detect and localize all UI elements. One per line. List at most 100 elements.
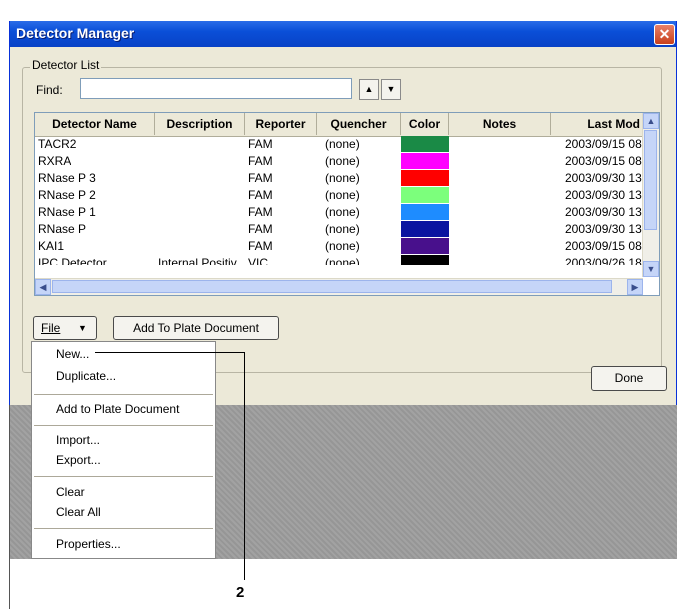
cell-name: IPC Detector (38, 256, 107, 265)
vertical-scroll-thumb[interactable] (644, 130, 657, 230)
cell-quencher: (none) (325, 222, 360, 236)
table-row[interactable]: RNase P 3 FAM (none) 2003/09/30 13: (35, 170, 645, 186)
scroll-up-button[interactable]: ▲ (643, 113, 659, 129)
cell-quencher: (none) (325, 137, 360, 151)
color-swatch (401, 238, 449, 254)
file-dropdown-menu: New... Duplicate... Add to Plate Documen… (31, 341, 216, 559)
cell-last-mod: 2003/09/30 13: (565, 222, 646, 236)
cell-description (158, 136, 244, 152)
color-swatch (401, 187, 449, 203)
menu-item-clear[interactable]: Clear (56, 485, 85, 499)
col-description[interactable]: Description (155, 113, 245, 135)
cell-last-mod: 2003/09/15 08: (565, 137, 646, 151)
table-row[interactable]: RXRA FAM (none) 2003/09/15 08: (35, 153, 645, 169)
find-label: Find: (36, 83, 63, 97)
up-arrow-icon: ▲ (364, 84, 374, 94)
cell-description (158, 170, 244, 186)
cell-description (158, 153, 244, 169)
cell-name: KAI1 (38, 239, 65, 253)
col-color[interactable]: Color (401, 113, 449, 135)
color-swatch (401, 170, 449, 186)
cell-reporter: FAM (248, 137, 273, 151)
file-button-label: File (41, 321, 61, 335)
col-detector-name[interactable]: Detector Name (35, 113, 155, 135)
cell-reporter: FAM (248, 188, 273, 202)
table-row[interactable]: IPC Detector Internal Positiv VIC (none)… (35, 255, 645, 265)
menu-separator (34, 476, 213, 477)
file-menu-button[interactable]: File ▼ (33, 316, 97, 340)
scroll-down-button[interactable]: ▼ (643, 261, 659, 277)
callout-line (95, 352, 245, 353)
color-swatch (401, 136, 449, 152)
color-swatch (401, 204, 449, 220)
done-button[interactable]: Done (591, 366, 667, 391)
cell-description (158, 238, 244, 254)
color-swatch (401, 153, 449, 169)
cell-last-mod: 2003/09/30 13: (565, 171, 646, 185)
menu-item-properties[interactable]: Properties... (56, 537, 121, 551)
cell-description (158, 187, 244, 203)
cell-reporter: FAM (248, 239, 273, 253)
cell-quencher: (none) (325, 256, 360, 265)
add-to-plate-document-button[interactable]: Add To Plate Document (113, 316, 279, 340)
cell-description (158, 204, 244, 220)
find-previous-button[interactable]: ▲ (359, 79, 379, 100)
menu-item-duplicate[interactable]: Duplicate... (56, 369, 116, 383)
find-input[interactable] (80, 78, 352, 99)
cell-reporter: FAM (248, 154, 273, 168)
cell-quencher: (none) (325, 188, 360, 202)
menu-item-import[interactable]: Import... (56, 433, 100, 447)
close-button[interactable]: ✕ (654, 24, 675, 45)
table-row[interactable]: RNase P 1 FAM (none) 2003/09/30 13: (35, 204, 645, 220)
cell-quencher: (none) (325, 154, 360, 168)
cell-reporter: FAM (248, 205, 273, 219)
find-next-button[interactable]: ▼ (381, 79, 401, 100)
left-arrow-icon: ◀ (39, 282, 47, 292)
cell-description (158, 221, 244, 237)
cell-quencher: (none) (325, 205, 360, 219)
cell-quencher: (none) (325, 171, 360, 185)
col-reporter[interactable]: Reporter (245, 113, 317, 135)
scroll-left-button[interactable]: ◀ (35, 279, 51, 295)
cell-reporter: VIC (248, 256, 269, 265)
menu-separator (34, 394, 213, 395)
up-arrow-icon: ▲ (646, 116, 656, 126)
table-row[interactable]: KAI1 FAM (none) 2003/09/15 08: (35, 238, 645, 254)
menu-item-clear-all[interactable]: Clear All (56, 505, 101, 519)
horizontal-scrollbar[interactable]: ◀ ▶ (35, 278, 643, 295)
down-arrow-icon: ▼ (386, 84, 396, 94)
col-notes[interactable]: Notes (449, 113, 551, 135)
cell-last-mod: 2003/09/15 08: (565, 154, 646, 168)
table-row[interactable]: RNase P FAM (none) 2003/09/30 13: (35, 221, 645, 237)
menu-item-add-to-plate-document[interactable]: Add to Plate Document (56, 402, 179, 416)
cell-name: TACR2 (38, 137, 77, 151)
menu-item-export[interactable]: Export... (56, 453, 101, 467)
menu-separator (34, 425, 213, 426)
horizontal-scroll-thumb[interactable] (52, 280, 612, 293)
color-swatch (401, 255, 449, 265)
cell-description: Internal Positiv (158, 256, 237, 265)
cell-last-mod: 2003/09/30 13: (565, 205, 646, 219)
cell-name: RNase P 2 (38, 188, 96, 202)
table-row[interactable]: TACR2 FAM (none) 2003/09/15 08: (35, 136, 645, 152)
callout-line (244, 352, 245, 580)
scroll-right-button[interactable]: ▶ (627, 279, 643, 295)
cell-name: RNase P (38, 222, 87, 236)
down-arrow-icon: ▼ (646, 264, 656, 274)
callout-number: 2 (236, 584, 245, 601)
bottom-margin (9, 559, 677, 609)
menu-separator (34, 528, 213, 529)
col-quencher[interactable]: Quencher (317, 113, 401, 135)
col-last-mod[interactable]: Last Mod (551, 113, 645, 135)
title-bar[interactable]: Detector Manager ✕ (10, 21, 676, 47)
table-row[interactable]: RNase P 2 FAM (none) 2003/09/30 13: (35, 187, 645, 203)
cell-name: RNase P 3 (38, 171, 96, 185)
dialog-title: Detector Manager (16, 25, 135, 41)
cell-reporter: FAM (248, 171, 273, 185)
detector-list-label: Detector List (30, 58, 102, 72)
cell-last-mod: 2003/09/15 08: (565, 239, 646, 253)
menu-item-new[interactable]: New... (56, 347, 89, 361)
chevron-down-icon: ▼ (78, 323, 87, 333)
cell-quencher: (none) (325, 239, 360, 253)
vertical-scrollbar[interactable]: ▲ ▼ (642, 113, 659, 277)
